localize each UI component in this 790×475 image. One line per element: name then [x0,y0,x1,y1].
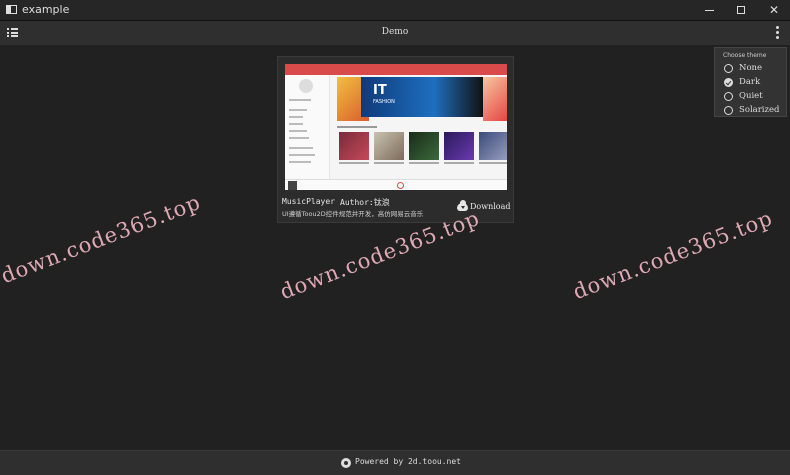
banner-title: IT [373,83,387,98]
maximize-button[interactable] [726,0,758,20]
thumbnail-topbar [285,64,507,75]
footer-credit[interactable]: Powered by 2d.toou.net [355,457,461,466]
banner-subtitle: FASHION [373,99,395,105]
github-icon [341,458,351,468]
minimize-button[interactable] [694,0,726,20]
watermark-text: down.code365.top [569,205,777,305]
project-description: UI遵循Toou2D控件规范并开发，高仿网易云音乐 [282,210,424,218]
page-title: Demo [381,27,409,37]
footer-bar: Powered by 2d.toou.net [0,450,790,475]
playlist-tile [479,132,507,160]
project-name: MusicPlayer [282,197,335,206]
theme-option-solarized[interactable]: Solarized [724,105,786,117]
window-titlebar: example ✕ [0,0,790,21]
close-button[interactable]: ✕ [758,0,790,20]
thumbnail-banner: IT FASHION [337,77,507,121]
theme-option-label: None [739,63,763,73]
theme-option-dark[interactable]: Dark [724,77,786,89]
thumbnail-player-bar [285,179,507,190]
theme-option-label: Solarized [739,105,780,115]
project-thumbnail[interactable]: IT FASHION [285,64,507,190]
watermark-text: down.code365.top [0,189,205,289]
theme-option-quiet[interactable]: Quiet [724,91,786,103]
theme-option-label: Quiet [739,91,763,101]
project-author: Author:钛浪 [340,198,390,207]
theme-menu: Choose theme None Dark Quiet Solarized [714,47,787,117]
more-options-icon[interactable] [776,26,779,40]
playlist-tile [409,132,439,160]
theme-menu-header: Choose theme [723,52,767,59]
playlist-tile [339,132,369,160]
window-title: example [22,3,70,16]
play-icon [397,182,404,189]
theme-option-none[interactable]: None [724,63,786,75]
app-icon [6,5,17,14]
playlist-tile [374,132,404,160]
playlist-tile [444,132,474,160]
thumbnail-avatar [299,79,313,93]
radio-icon[interactable] [724,106,733,115]
app-toolbar: Demo [0,21,790,45]
project-card[interactable]: IT FASHION MusicPlayer Author:钛浪 UI遵循Too… [277,56,514,223]
radio-icon[interactable] [724,64,733,73]
thumbnail-sidebar [285,75,330,179]
theme-option-label: Dark [739,77,761,87]
radio-icon[interactable] [724,92,733,101]
radio-checked-icon[interactable] [724,78,733,87]
